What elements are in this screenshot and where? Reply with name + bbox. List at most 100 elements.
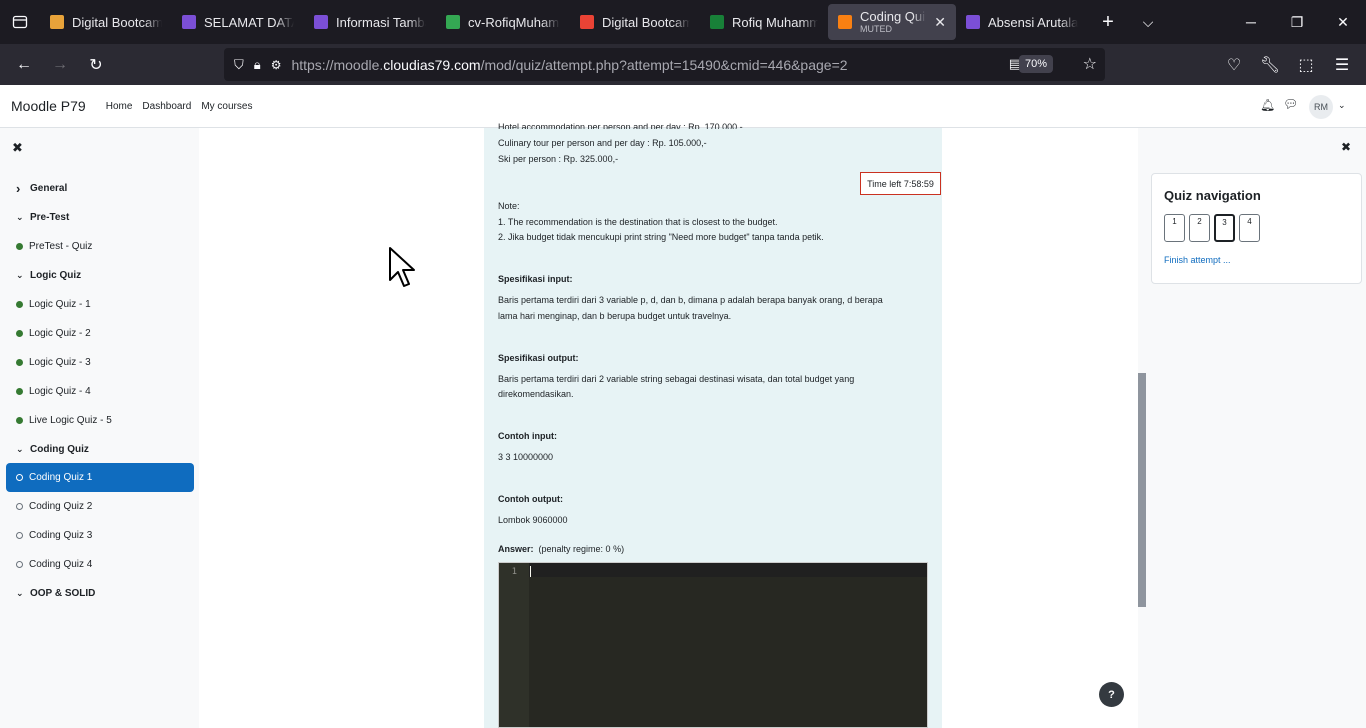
mouse-cursor-icon	[389, 247, 415, 287]
back-icon[interactable]: ←	[6, 49, 42, 81]
text-caret	[530, 566, 531, 577]
site-brand[interactable]: Moodle P79	[11, 98, 86, 114]
chevron-down-icon[interactable]: ⌄	[16, 588, 30, 599]
list-all-tabs-icon[interactable]: ⌵	[1128, 14, 1168, 31]
course-index-activity[interactable]: PreTest - Quiz	[6, 232, 194, 261]
tab-favicon-icon	[50, 15, 64, 29]
course-index-section[interactable]: ⌄ Pre-Test	[6, 203, 194, 232]
avatar[interactable]: RM	[1309, 95, 1333, 119]
course-index-label: OOP & SOLID	[30, 588, 96, 599]
course-index-section[interactable]: ⌄ OOP & SOLID	[6, 579, 194, 608]
course-index-activity[interactable]: Logic Quiz - 1	[6, 290, 194, 319]
messages-icon[interactable]: 💬︎	[1283, 97, 1298, 111]
tab-title-text: Informasi Tambahan	[336, 14, 426, 30]
finish-attempt-link[interactable]: Finish attempt ...	[1164, 255, 1231, 265]
user-menu-chevron-icon[interactable]: ⌄	[1338, 100, 1346, 111]
course-index-activity[interactable]: Live Logic Quiz - 5	[6, 406, 194, 435]
quiz-question-button[interactable]: 3	[1214, 214, 1235, 242]
nav-home[interactable]: Home	[106, 101, 133, 112]
browser-tab[interactable]: Digital Bootcamp	[570, 4, 700, 40]
incomplete-dot-icon	[16, 561, 23, 568]
course-index-label: Coding Quiz 4	[29, 559, 93, 570]
completion-dot-icon	[16, 301, 23, 308]
course-index-activity[interactable]: Coding Quiz 2	[6, 492, 194, 521]
tab-title-text: Coding Quiz 1	[860, 10, 926, 24]
close-window-button[interactable]: ✕	[1320, 0, 1366, 44]
course-index-drawer: ✖ › General ⌄ Pre-Test PreTest - Quiz ⌄ Logic …	[0, 128, 199, 728]
restore-button[interactable]: ❐	[1274, 0, 1320, 44]
completion-dot-icon	[16, 330, 23, 337]
chevron-down-icon[interactable]: ⌄	[16, 444, 30, 455]
course-index-section[interactable]: › General	[6, 174, 194, 203]
close-drawer-icon[interactable]: ✖	[1341, 140, 1351, 154]
tab-favicon-icon	[838, 15, 852, 29]
quiz-question-button[interactable]: 2	[1189, 214, 1210, 242]
reload-icon[interactable]: ↻	[78, 49, 114, 81]
wrench-icon[interactable]: 🔧︎	[1252, 49, 1288, 81]
zoom-indicator[interactable]: 70%	[1018, 55, 1053, 73]
browser-tab[interactable]: cv-RofiqMuhammad	[436, 4, 570, 40]
code-editor[interactable]: 1	[498, 562, 928, 728]
browser-tab[interactable]: Rofiq Muhammad	[700, 4, 828, 40]
course-index-activity[interactable]: Logic Quiz - 3	[6, 348, 194, 377]
forward-icon[interactable]: →	[42, 49, 78, 81]
browser-tab[interactable]: Digital Bootcamp	[40, 4, 172, 40]
tab-favicon-icon	[966, 15, 980, 29]
course-index-section[interactable]: ⌄ Logic Quiz	[6, 261, 194, 290]
tab-title: SELAMAT DATANG	[204, 15, 294, 30]
incomplete-dot-icon	[16, 532, 23, 539]
course-index-label: General	[30, 183, 68, 194]
nav-my-courses[interactable]: My courses	[201, 101, 252, 112]
menu-icon[interactable]: ☰	[1324, 49, 1360, 81]
minimize-button[interactable]: ─	[1228, 0, 1274, 44]
help-button[interactable]: ?	[1099, 682, 1124, 707]
url-bar[interactable]: ⛉ 🔒︎ ⚙ https://moodle.cloudias79.com/mod…	[224, 48, 1105, 81]
bookmark-star-icon[interactable]: ☆	[1083, 54, 1097, 74]
question-text-line: Culinary tour per person and per day : R…	[498, 138, 707, 148]
pocket-icon[interactable]: ♡	[1216, 49, 1252, 81]
editor-active-line[interactable]	[529, 563, 927, 577]
note-label: Note:	[498, 201, 520, 211]
course-index-activity[interactable]: Coding Quiz 3	[6, 521, 194, 550]
tab-list-icon[interactable]	[0, 0, 40, 44]
shield-icon[interactable]: ⛉	[234, 57, 244, 73]
chevron-down-icon[interactable]: ⌄	[16, 212, 30, 223]
input-spec-heading: Spesifikasi input:	[498, 274, 573, 284]
tab-title-text: Digital Bootcamp	[602, 14, 690, 30]
permissions-icon[interactable]: ⚙	[271, 58, 282, 72]
answer-label: Answer:	[498, 544, 534, 554]
browser-tab[interactable]: Absensi Arutala 4	[956, 4, 1088, 40]
course-index-activity[interactable]: Logic Quiz - 4	[6, 377, 194, 406]
course-index-activity[interactable]: Logic Quiz - 2	[6, 319, 194, 348]
extensions-icon[interactable]: ⬚	[1288, 49, 1324, 81]
nav-dashboard[interactable]: Dashboard	[142, 101, 191, 112]
lock-icon[interactable]: 🔒︎	[254, 57, 261, 73]
quiz-question-button[interactable]: 1	[1164, 214, 1185, 242]
notifications-bell-icon[interactable]: 🔔︎	[1260, 98, 1275, 112]
tab-title-text: Digital Bootcamp	[72, 14, 162, 30]
course-index-activity[interactable]: Coding Quiz 1	[6, 463, 194, 492]
course-index-label: Live Logic Quiz - 5	[29, 415, 112, 426]
course-index-label: Coding Quiz 1	[29, 472, 93, 483]
url-text[interactable]: https://moodle.cloudias79.com/mod/quiz/a…	[291, 57, 847, 73]
close-tab-icon[interactable]: ✕	[934, 14, 946, 31]
chevron-right-icon[interactable]: ›	[16, 181, 30, 196]
course-index-label: Logic Quiz - 2	[29, 328, 91, 339]
chevron-down-icon[interactable]: ⌄	[16, 270, 30, 281]
page-scrollbar[interactable]	[1138, 373, 1146, 607]
note-line: 2. Jika budget tidak mencukupi print str…	[498, 232, 824, 242]
quiz-navigation-title: Quiz navigation	[1164, 188, 1261, 203]
browser-tab[interactable]: Informasi Tambahan	[304, 4, 436, 40]
quiz-question-button[interactable]: 4	[1239, 214, 1260, 242]
close-course-index-icon[interactable]: ✖	[12, 140, 23, 156]
course-index-activity[interactable]: Coding Quiz 4	[6, 550, 194, 579]
browser-tab[interactable]: SELAMAT DATANG	[172, 4, 304, 40]
browser-tab[interactable]: Coding Quiz 1MUTED ✕	[828, 4, 956, 40]
note-line: 1. The recommendation is the destination…	[498, 217, 778, 227]
course-index-section[interactable]: ⌄ Coding Quiz	[6, 435, 194, 464]
incomplete-dot-icon	[16, 474, 23, 481]
tab-title: cv-RofiqMuhammad	[468, 15, 560, 30]
new-tab-button[interactable]: +	[1088, 11, 1128, 34]
output-spec-heading: Spesifikasi output:	[498, 353, 579, 363]
tab-title: Coding Quiz 1MUTED	[860, 10, 926, 34]
